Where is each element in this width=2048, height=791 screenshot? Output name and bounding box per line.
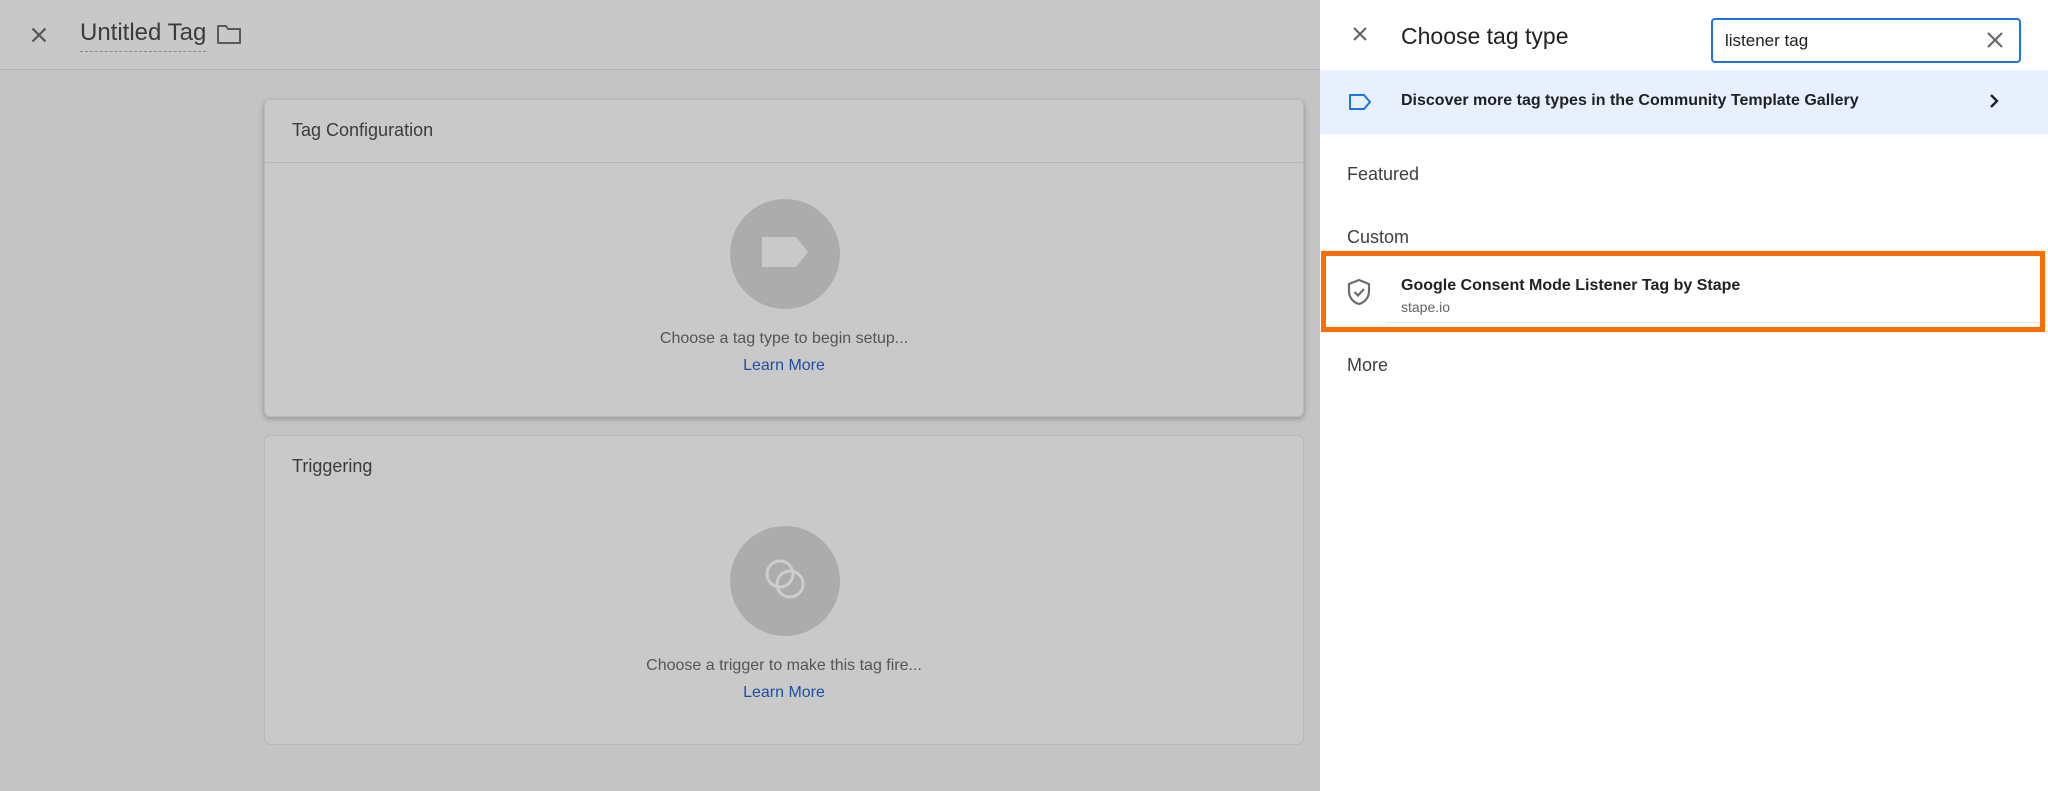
choose-tag-type-button[interactable] xyxy=(730,199,840,309)
folder-icon[interactable] xyxy=(216,23,242,45)
divider xyxy=(265,162,1303,163)
choose-tag-type-panel: Choose tag type Discover more tag types … xyxy=(1320,0,2048,791)
community-gallery-label: Discover more tag types in the Community… xyxy=(1401,92,1859,109)
search-box xyxy=(1711,18,2021,63)
learn-more-link[interactable]: Learn More xyxy=(743,684,825,701)
card-title: Triggering xyxy=(292,456,373,476)
card-title: Tag Configuration xyxy=(292,120,434,140)
community-gallery-banner[interactable]: Discover more tag types in the Community… xyxy=(1320,70,2048,134)
close-icon[interactable] xyxy=(1348,22,1372,46)
card-hint: Choose a trigger to make this tag fire..… xyxy=(646,657,922,674)
learn-more-link-wrap: Learn More xyxy=(265,357,1303,375)
tag-icon xyxy=(762,236,808,272)
template-source: stape.io xyxy=(1401,299,1451,315)
panel-title: Choose tag type xyxy=(1401,23,1569,49)
close-icon[interactable] xyxy=(26,22,52,48)
card-hint: Choose a tag type to begin setup... xyxy=(659,330,909,347)
tag-template-row[interactable]: Google Consent Mode Listener Tag by Stap… xyxy=(1321,251,2045,332)
template-name: Google Consent Mode Listener Tag by Stap… xyxy=(1401,277,1741,294)
tag-name-field[interactable]: Untitled Tag xyxy=(80,19,207,52)
chevron-right-icon xyxy=(1984,91,2004,111)
clear-search-icon[interactable] xyxy=(1985,30,2005,50)
section-custom: Custom xyxy=(1347,227,1410,247)
tag-outline-icon xyxy=(1348,92,1372,112)
shield-check-icon xyxy=(1346,278,1372,306)
learn-more-link-wrap: Learn More xyxy=(265,684,1303,702)
learn-more-link[interactable]: Learn More xyxy=(743,357,825,374)
trigger-icon xyxy=(760,554,810,609)
editor-header: Untitled Tag xyxy=(0,0,1320,70)
triggering-card[interactable]: Triggering Choose a trigger to make this… xyxy=(264,435,1304,745)
choose-trigger-button[interactable] xyxy=(730,526,840,636)
section-featured: Featured xyxy=(1347,164,1420,184)
divider xyxy=(1386,322,2040,323)
search-input[interactable] xyxy=(1725,20,1975,61)
section-more: More xyxy=(1347,355,1389,375)
tag-editor: Untitled Tag Tag Configuration Choose a … xyxy=(0,0,1320,791)
tag-configuration-card[interactable]: Tag Configuration Choose a tag type to b… xyxy=(264,99,1304,417)
